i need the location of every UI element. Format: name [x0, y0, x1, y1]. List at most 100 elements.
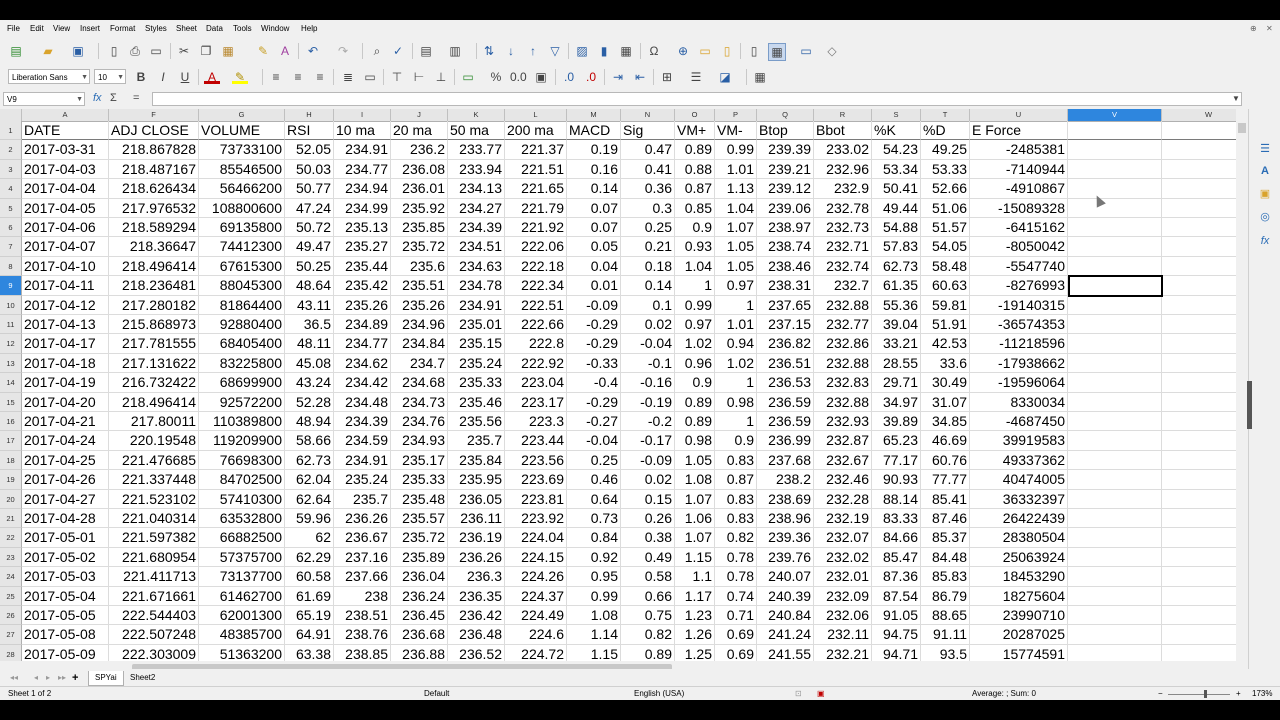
empty-cell[interactable]	[1068, 528, 1162, 548]
row-header[interactable]: 15	[0, 392, 22, 412]
cell[interactable]: -17938662	[970, 353, 1068, 374]
cell[interactable]: 234.76	[391, 412, 448, 432]
column-header-n[interactable]: N	[621, 109, 675, 121]
cell[interactable]: 0.46	[567, 470, 621, 490]
cell[interactable]: 221.92	[505, 218, 567, 238]
borders-icon[interactable]: ⊞	[659, 69, 675, 85]
cell[interactable]: 236.11	[448, 509, 505, 529]
column-header-a[interactable]: A	[22, 109, 109, 121]
cell[interactable]: 92572200	[199, 392, 285, 412]
row-header[interactable]: 26	[0, 606, 22, 626]
cell[interactable]: 0.38	[621, 528, 675, 548]
cell[interactable]: 2017-05-01	[22, 528, 109, 548]
cell[interactable]: 0.82	[715, 528, 757, 548]
cell[interactable]: 85.41	[921, 489, 970, 509]
cell[interactable]: 43.11	[285, 295, 334, 315]
cell[interactable]: 0.89	[621, 644, 675, 661]
cell[interactable]: -5547740	[970, 256, 1068, 277]
cell[interactable]: 62001300	[199, 606, 285, 626]
cell[interactable]: 232.09	[814, 586, 872, 606]
cell[interactable]: 87.46	[921, 509, 970, 529]
cell[interactable]: 1.02	[675, 334, 715, 354]
conditional-format-icon[interactable]: ▦	[752, 69, 768, 85]
cell[interactable]: 235.24	[334, 470, 391, 490]
cell[interactable]: 51.57	[921, 218, 970, 238]
new-document-icon[interactable]: ▤	[8, 43, 24, 59]
select-all-corner[interactable]	[0, 109, 22, 121]
cell[interactable]: 232.74	[814, 256, 872, 277]
cell[interactable]: -0.04	[621, 334, 675, 354]
cell[interactable]: 92880400	[199, 315, 285, 335]
row-header[interactable]: 3	[0, 159, 22, 180]
cell[interactable]: 29.71	[872, 373, 921, 393]
cell[interactable]: 2017-04-03	[22, 159, 109, 180]
cell[interactable]: 235.6	[391, 256, 448, 277]
cell[interactable]: 237.16	[334, 547, 391, 568]
column-header-m[interactable]: M	[567, 109, 621, 121]
cell[interactable]: 0.9	[715, 431, 757, 451]
cell[interactable]: 239.06	[757, 198, 814, 218]
row-header[interactable]: 14	[0, 373, 22, 393]
cell[interactable]: 0.02	[621, 470, 675, 490]
cell[interactable]: 235.24	[448, 353, 505, 374]
tab-spyai[interactable]: SPYai	[88, 671, 124, 686]
empty-cell[interactable]	[1068, 295, 1162, 315]
cell[interactable]: 232.46	[814, 470, 872, 490]
zoom-level[interactable]: 173%	[1252, 687, 1272, 700]
align-bottom-icon[interactable]: ⊥	[433, 69, 449, 85]
cell[interactable]: 232.19	[814, 509, 872, 529]
empty-cell[interactable]	[1162, 237, 1236, 257]
menu-tools[interactable]: Tools	[233, 24, 252, 33]
cell[interactable]: 236.67	[334, 528, 391, 548]
cell[interactable]: 47.24	[285, 198, 334, 218]
empty-cell[interactable]	[1068, 392, 1162, 412]
cell[interactable]: 237.15	[757, 315, 814, 335]
export-pdf-icon[interactable]: ▯	[106, 43, 122, 59]
cell[interactable]: 235.33	[391, 470, 448, 490]
cell[interactable]: 222.66	[505, 315, 567, 335]
cell[interactable]: 87.36	[872, 567, 921, 587]
cell[interactable]: 0.3	[621, 198, 675, 218]
column-title-cell[interactable]: Bbot	[814, 121, 872, 141]
column-header-g[interactable]: G	[199, 109, 285, 121]
cell[interactable]: 54.05	[921, 237, 970, 257]
cell[interactable]: -0.19	[621, 392, 675, 412]
row-header[interactable]: 13	[0, 353, 22, 374]
column-title-cell[interactable]: %K	[872, 121, 921, 141]
zoom-slider[interactable]	[1168, 694, 1230, 695]
empty-cell[interactable]	[1162, 587, 1236, 606]
cell[interactable]: 31.07	[921, 392, 970, 412]
row-header[interactable]: 2	[0, 140, 22, 160]
cell[interactable]: 218.36647	[109, 237, 199, 257]
cell[interactable]: 234.68	[391, 373, 448, 393]
menu-window[interactable]: Window	[261, 24, 289, 33]
menu-help[interactable]: Help	[301, 24, 317, 33]
empty-cell[interactable]	[1068, 218, 1162, 238]
cell[interactable]: 1	[715, 412, 757, 432]
cell[interactable]: 28380504	[970, 528, 1068, 548]
cell[interactable]: 0.95	[567, 567, 621, 587]
cell[interactable]: 53.33	[921, 159, 970, 180]
cell[interactable]: 40474005	[970, 470, 1068, 490]
cell[interactable]: 236.3	[448, 567, 505, 587]
spreadsheet-grid[interactable]: AFGHIJKLMNOPQRSTUVW 1 DATE ADJ CLOSE VOLUME…	[0, 109, 1236, 661]
cell[interactable]: 0.71	[715, 606, 757, 626]
empty-cell[interactable]	[1162, 276, 1236, 296]
cell[interactable]: 0.87	[715, 470, 757, 490]
column-title-cell[interactable]: 200 ma	[505, 121, 567, 141]
cell[interactable]: 239.36	[757, 528, 814, 548]
column-title-cell[interactable]: MACD	[567, 121, 621, 141]
cell[interactable]: 39919583	[970, 431, 1068, 451]
cell[interactable]: 238.51	[334, 606, 391, 626]
cell[interactable]: 234.59	[334, 431, 391, 451]
cell[interactable]: 0.99	[675, 295, 715, 315]
cell[interactable]: 1.07	[675, 528, 715, 548]
cell[interactable]: 0.58	[621, 567, 675, 587]
cell[interactable]: 217.976532	[109, 198, 199, 218]
cell[interactable]: 18275604	[970, 586, 1068, 606]
number-format-icon[interactable]: 0.0	[510, 69, 527, 85]
cell[interactable]: 238.2	[757, 470, 814, 490]
cell[interactable]: 222.507248	[109, 625, 199, 645]
add-sheet-icon[interactable]: +	[66, 671, 84, 685]
empty-cell[interactable]	[1162, 334, 1236, 354]
